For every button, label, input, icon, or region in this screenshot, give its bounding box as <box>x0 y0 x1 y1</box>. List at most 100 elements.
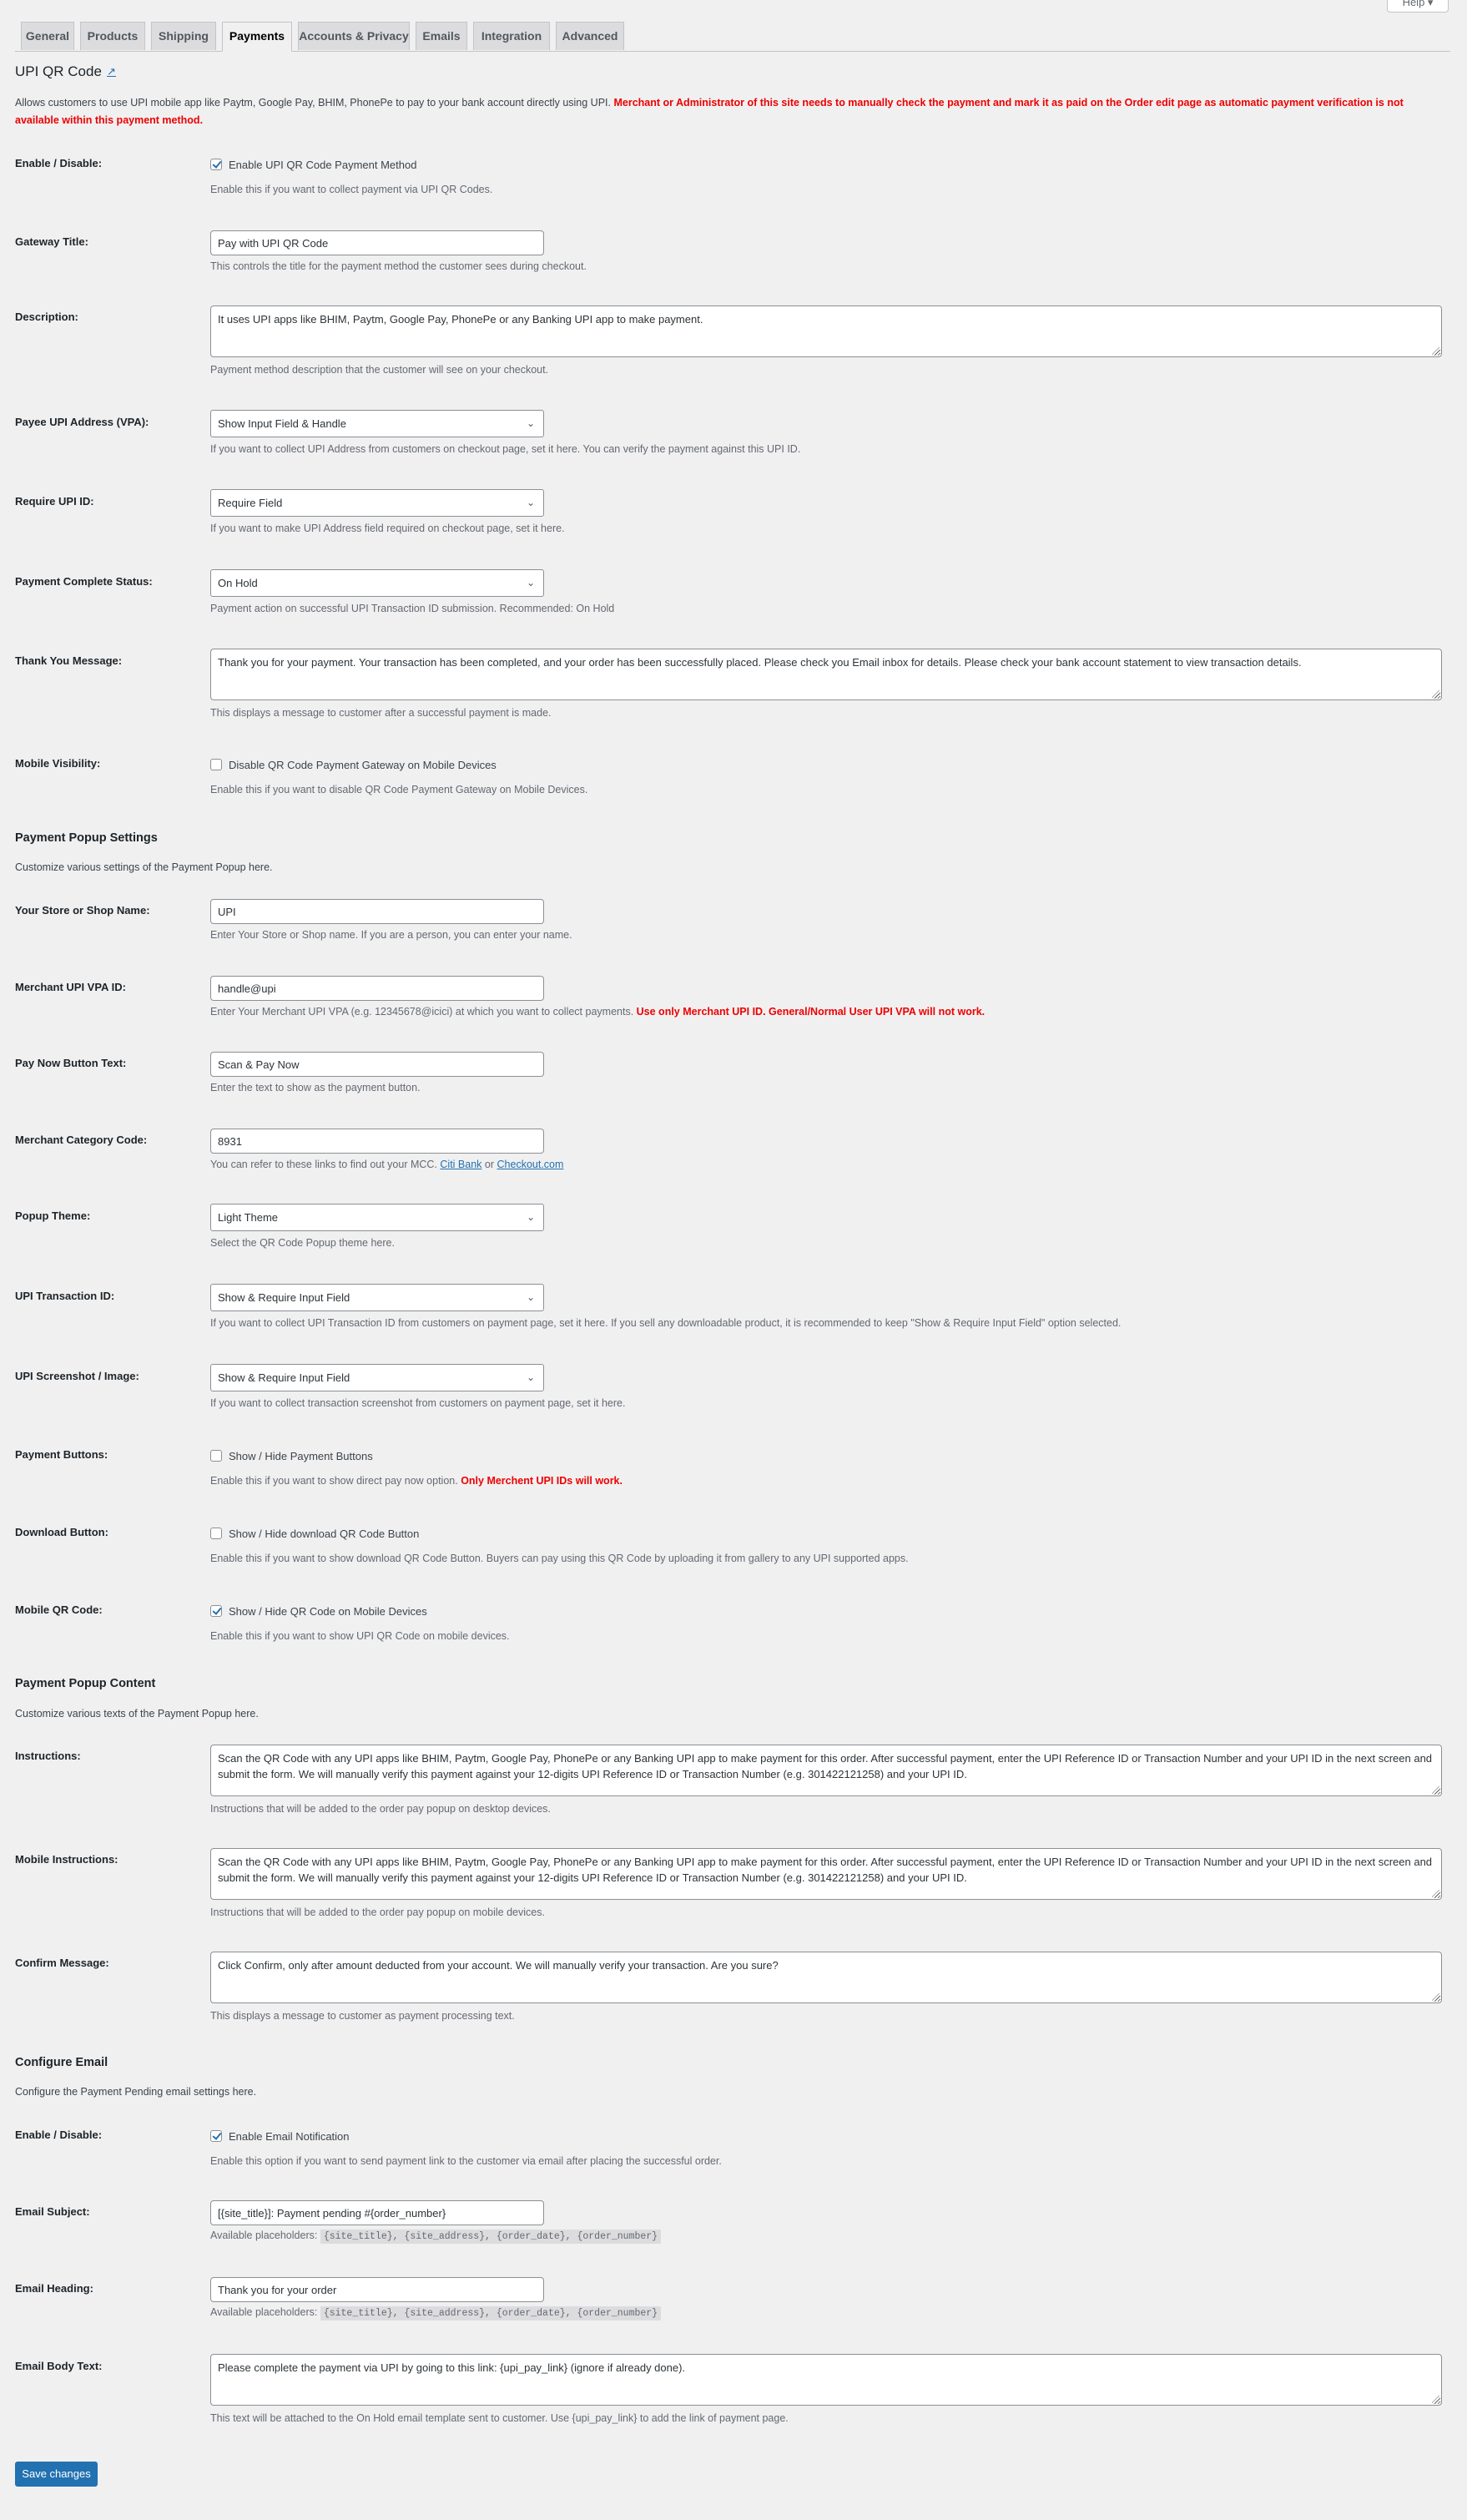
popup-theme-label: Popup Theme: <box>15 1209 91 1222</box>
tab-payments[interactable]: Payments <box>222 22 292 52</box>
mcc-desc: You can refer to these links to find out… <box>210 1159 563 1170</box>
email-enable-desc: Enable this option if you want to send p… <box>210 2155 722 2167</box>
mobile-qr-checkbox-row[interactable]: Show / Hide QR Code on Mobile Devices <box>210 1603 427 1619</box>
popup-content-desc: Customize various texts of the Payment P… <box>15 1708 259 1720</box>
thank-you-textarea[interactable]: Thank you for your payment. Your transac… <box>210 649 1442 700</box>
instructions-textarea[interactable]: Scan the QR Code with any UPI apps like … <box>210 1745 1442 1796</box>
tab-emails[interactable]: Emails <box>416 22 467 50</box>
tab-advanced[interactable]: Advanced <box>556 22 624 50</box>
download-button-checkbox-row[interactable]: Show / Hide download QR Code Button <box>210 1526 419 1541</box>
screenshot-desc: If you want to collect transaction scree… <box>210 1397 626 1409</box>
gateway-title-input[interactable] <box>210 230 544 255</box>
pay-now-text-desc: Enter the text to show as the payment bu… <box>210 1082 421 1093</box>
chevron-down-icon: ⌄ <box>526 497 535 508</box>
merchant-vpa-desc: Enter Your Merchant UPI VPA (e.g. 123456… <box>210 1006 985 1018</box>
instructions-desc: Instructions that will be added to the o… <box>210 1803 551 1815</box>
resize-handle-icon[interactable] <box>1432 1890 1439 1897</box>
payment-buttons-checkbox[interactable] <box>210 1450 222 1462</box>
store-name-input[interactable] <box>210 899 544 924</box>
settings-tabs: General Products Shipping Payments Accou… <box>15 22 1450 52</box>
mobile-instructions-desc: Instructions that will be added to the o… <box>210 1906 545 1918</box>
gateway-title-desc: This controls the title for the payment … <box>210 260 587 272</box>
description-label: Description: <box>15 311 78 323</box>
mobile-qr-checkbox-label[interactable]: Show / Hide QR Code on Mobile Devices <box>229 1605 427 1618</box>
payment-buttons-checkbox-label[interactable]: Show / Hide Payment Buttons <box>229 1450 373 1462</box>
tab-shipping[interactable]: Shipping <box>151 22 216 50</box>
enable-label: Enable / Disable: <box>15 157 103 169</box>
email-enable-checkbox[interactable] <box>210 2130 222 2142</box>
email-heading-input[interactable] <box>210 2277 544 2302</box>
screenshot-label: UPI Screenshot / Image: <box>15 1370 139 1382</box>
payment-buttons-warning: Only Merchent UPI IDs will work. <box>461 1475 623 1487</box>
payment-buttons-desc: Enable this if you want to show direct p… <box>210 1475 623 1487</box>
description-textarea[interactable]: It uses UPI apps like BHIM, Paytm, Googl… <box>210 306 1442 357</box>
email-body-value: Please complete the payment via UPI by g… <box>218 2361 686 2374</box>
transaction-id-select[interactable]: Show & Require Input Field ⌄ <box>210 1284 544 1311</box>
payment-buttons-label: Payment Buttons: <box>15 1448 108 1461</box>
email-enable-checkbox-label[interactable]: Enable Email Notification <box>229 2130 350 2143</box>
mcc-input[interactable] <box>210 1129 544 1154</box>
email-heading-placeholders: {site_title}, {site_address}, {order_dat… <box>320 2306 662 2321</box>
external-link-icon[interactable]: ↗ <box>106 66 116 78</box>
enable-upi-checkbox-label[interactable]: Enable UPI QR Code Payment Method <box>229 159 416 171</box>
download-button-desc: Enable this if you want to show download… <box>210 1553 909 1564</box>
mobile-qr-desc: Enable this if you want to show UPI QR C… <box>210 1630 510 1642</box>
download-button-label: Download Button: <box>15 1526 108 1538</box>
checkout-com-link[interactable]: Checkout.com <box>497 1159 564 1170</box>
resize-handle-icon[interactable] <box>1432 2396 1439 2403</box>
enable-upi-checkbox[interactable] <box>210 159 222 170</box>
email-subject-placeholders: {site_title}, {site_address}, {order_dat… <box>320 2230 662 2244</box>
instructions-value: Scan the QR Code with any UPI apps like … <box>218 1752 1433 1780</box>
screenshot-select[interactable]: Show & Require Input Field ⌄ <box>210 1364 544 1391</box>
store-name-label: Your Store or Shop Name: <box>15 904 150 917</box>
email-body-desc: This text will be attached to the On Hol… <box>210 2412 789 2424</box>
merchant-vpa-input[interactable] <box>210 976 544 1001</box>
email-enable-label: Enable / Disable: <box>15 2129 103 2141</box>
mobile-visibility-checkbox-label[interactable]: Disable QR Code Payment Gateway on Mobil… <box>229 759 497 771</box>
tab-products[interactable]: Products <box>80 22 145 50</box>
popup-theme-desc: Select the QR Code Popup theme here. <box>210 1237 395 1249</box>
resize-handle-icon[interactable] <box>1432 347 1439 355</box>
mobile-visibility-checkbox[interactable] <box>210 759 222 770</box>
page-title: UPI QR Code ↗ <box>15 63 116 80</box>
email-heading-desc: Available placeholders: {site_title}, {s… <box>210 2306 662 2321</box>
mobile-instructions-textarea[interactable]: Scan the QR Code with any UPI apps like … <box>210 1848 1442 1900</box>
email-body-textarea[interactable]: Please complete the payment via UPI by g… <box>210 2354 1442 2406</box>
payee-vpa-label: Payee UPI Address (VPA): <box>15 416 149 428</box>
mobile-visibility-checkbox-row[interactable]: Disable QR Code Payment Gateway on Mobil… <box>210 757 497 772</box>
complete-status-select[interactable]: On Hold ⌄ <box>210 569 544 597</box>
payment-buttons-checkbox-row[interactable]: Show / Hide Payment Buttons <box>210 1448 373 1463</box>
mcc-desc-text: You can refer to these links to find out… <box>210 1159 437 1170</box>
resize-handle-icon[interactable] <box>1432 1993 1439 2001</box>
help-button[interactable]: Help ▾ <box>1387 0 1449 13</box>
citi-bank-link[interactable]: Citi Bank <box>440 1159 481 1170</box>
require-upi-select[interactable]: Require Field ⌄ <box>210 489 544 517</box>
tab-general[interactable]: General <box>21 22 74 50</box>
save-changes-button[interactable]: Save changes <box>15 2462 98 2487</box>
pay-now-text-input[interactable] <box>210 1052 544 1077</box>
enable-upi-checkbox-row[interactable]: Enable UPI QR Code Payment Method <box>210 157 416 172</box>
tab-integration[interactable]: Integration <box>473 22 550 50</box>
tab-accounts-privacy[interactable]: Accounts & Privacy <box>298 22 410 50</box>
gateway-title-label: Gateway Title: <box>15 235 88 248</box>
chevron-down-icon: ⌄ <box>526 1291 535 1303</box>
download-button-checkbox[interactable] <box>210 1528 222 1539</box>
email-subject-desc-text: Available placeholders: <box>210 2230 318 2241</box>
popup-theme-select[interactable]: Light Theme ⌄ <box>210 1204 544 1231</box>
download-button-checkbox-label[interactable]: Show / Hide download QR Code Button <box>229 1528 419 1540</box>
mobile-qr-checkbox[interactable] <box>210 1605 222 1617</box>
confirm-message-desc: This displays a message to customer as p… <box>210 2010 515 2022</box>
email-heading-label: Email Heading: <box>15 2282 93 2295</box>
resize-handle-icon[interactable] <box>1432 1786 1439 1794</box>
payee-vpa-select[interactable]: Show Input Field & Handle ⌄ <box>210 410 544 437</box>
mcc-or: or <box>484 1159 495 1170</box>
store-name-desc: Enter Your Store or Shop name. If you ar… <box>210 929 572 941</box>
email-enable-checkbox-row[interactable]: Enable Email Notification <box>210 2129 350 2144</box>
email-body-label: Email Body Text: <box>15 2360 103 2372</box>
confirm-message-textarea[interactable]: Click Confirm, only after amount deducte… <box>210 1952 1442 2003</box>
mobile-visibility-desc: Enable this if you want to disable QR Co… <box>210 784 588 795</box>
description-value: It uses UPI apps like BHIM, Paytm, Googl… <box>218 313 703 326</box>
resize-handle-icon[interactable] <box>1432 690 1439 698</box>
email-subject-input[interactable] <box>210 2200 544 2225</box>
email-subject-desc: Available placeholders: {site_title}, {s… <box>210 2230 662 2244</box>
